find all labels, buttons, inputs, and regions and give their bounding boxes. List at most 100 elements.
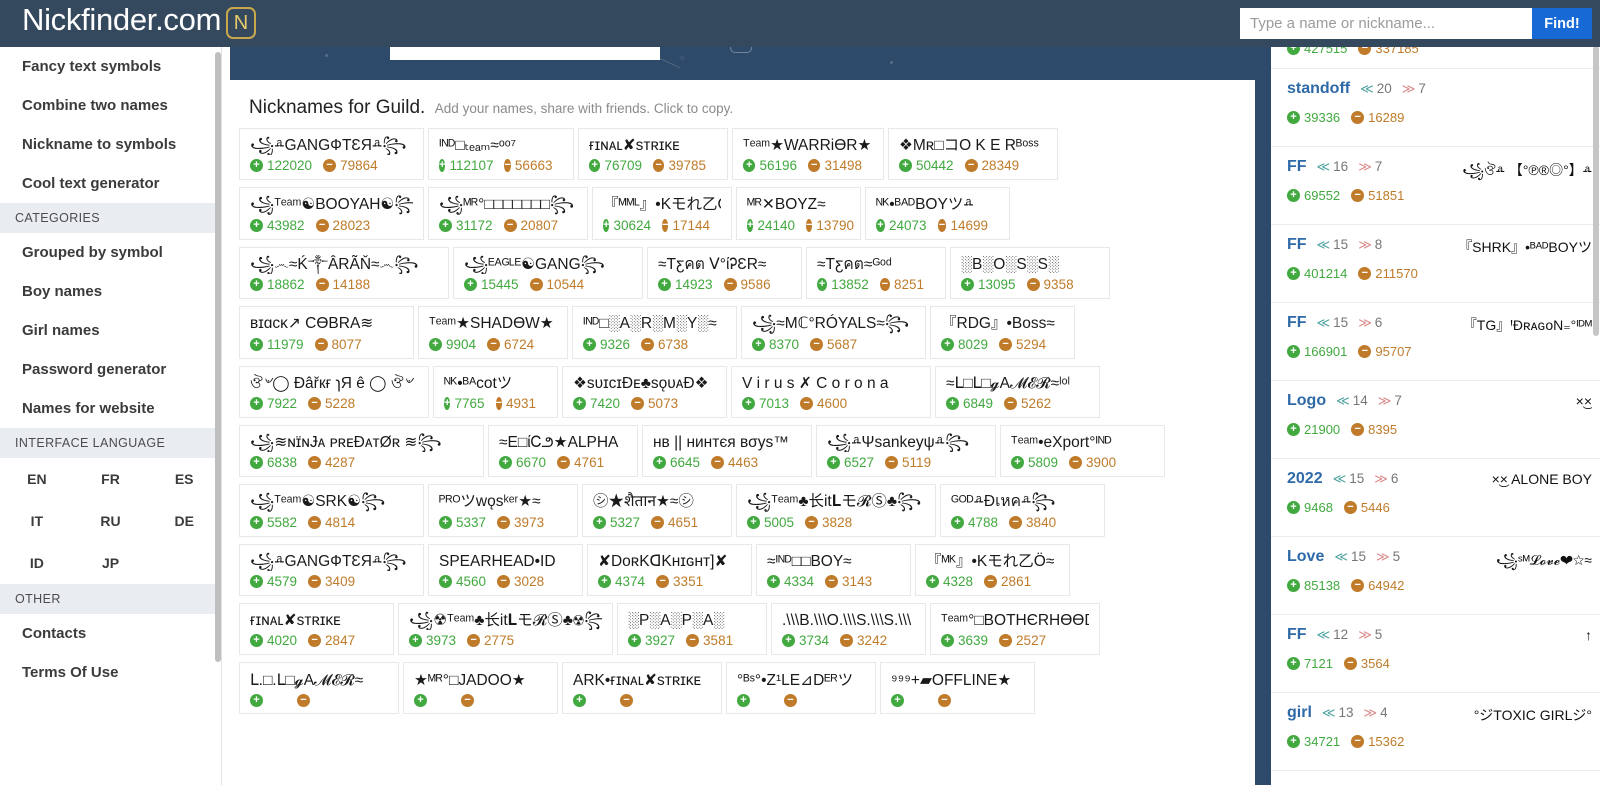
nickname-card[interactable]: ꧁-ͣ-GANGФTƐЯ-ͣ-꧂ + 122020 − 79864 (239, 128, 424, 181)
language-RU[interactable]: RU (74, 506, 148, 536)
downvote-icon[interactable]: − (656, 575, 670, 588)
downvote-icon[interactable]: − (800, 396, 814, 410)
nickname-text[interactable]: ꧁☢ᵀᵉᵃᵐ♣长it𝐋モ𝓡Ⓢ♣☢꧂ (409, 611, 602, 630)
nickname-text[interactable]: ঔ৺◯ Ðâřкғ ɿЯ ê ◯ ঔ৺ (250, 374, 418, 393)
downvote-icon[interactable]: − (1009, 515, 1023, 529)
upvote-icon[interactable]: + (961, 278, 974, 292)
upvote-icon[interactable]: + (250, 634, 263, 648)
upvote-icon[interactable]: + (941, 337, 954, 351)
language-IT[interactable]: IT (0, 506, 74, 536)
upvote-icon[interactable]: + (409, 634, 422, 648)
nickname-card[interactable]: ≈Tƹคต≈ᴳᵒᵈ + 13852 − 8251 (806, 246, 946, 300)
downvote-icon[interactable]: − (808, 159, 821, 173)
nickname-text[interactable]: ★ᴹᴿ°□JADOO★ (414, 671, 547, 690)
nickname-text[interactable]: ᵀᵉᵃᵐ°□BOTHЄRHӨӨDᒿ (941, 611, 1089, 630)
nickname-text[interactable]: ❖Mʀ□コO K E Rᴮᵒˢˢ (899, 136, 1047, 155)
nickname-text[interactable]: ꧁≈Mℂ°RÓYALS≈꧂ (752, 314, 915, 333)
downvote-icon[interactable]: − (662, 218, 669, 232)
nickname-text[interactable]: ꧁≋ɴɪ̈ɴɈᴀ ᴘʀᴇÐᴀᴛØʀ ≋꧂ (250, 433, 473, 452)
nickname-text[interactable]: SPEARHEAD•ID (439, 552, 572, 571)
nickname-text[interactable]: ✘DoʀKᗡKнɪɢʜᴛ]✘ (598, 552, 741, 571)
language-JP[interactable]: JP (74, 548, 148, 578)
nickname-text[interactable]: 『ᴹᴷ』•Kモれ乙Ö≈ (926, 552, 1059, 571)
search-item[interactable]: 2022 ≪ 15 ≫ 6 ×͜× ALONE BOY + 9468 − 544… (1271, 459, 1600, 537)
upvote-icon[interactable]: + (250, 218, 263, 232)
downvote-icon[interactable]: − (1351, 111, 1365, 124)
nickname-text[interactable]: ᵀᵉᵃᵐ•eXport°ᴵᴺᴰ (1011, 433, 1154, 452)
nickname-text[interactable]: ғɪɴᴀʟ✘sᴛʀɪᴋᴇ (589, 136, 717, 155)
upvote-icon[interactable]: + (499, 456, 512, 470)
nickname-card[interactable]: ᴵᴺᴰ□░A░R░M░Y░≈ + 9326 − 6738 (572, 306, 737, 359)
sidebar-other-1[interactable]: Terms Of Use (0, 653, 221, 692)
nickname-text[interactable]: ʙɪɑcκ↗ CӨBRA≋ (250, 314, 403, 333)
upvote-icon[interactable]: + (593, 515, 606, 529)
downvote-icon[interactable]: − (999, 337, 1013, 351)
nickname-card[interactable]: ᴵᴺᴰ□ₜₑₐₘ≈ᵒᵒ⁷ + 112107 − 56663 (428, 128, 574, 181)
nickname-card[interactable]: ғɪɴᴀʟ✘sᴛʀɪᴋᴇ + 4020 − 2847 (239, 603, 394, 656)
sidebar-scrollbar[interactable] (215, 52, 221, 662)
upvote-icon[interactable]: + (737, 693, 750, 707)
downvote-icon[interactable]: − (1026, 278, 1040, 292)
nickname-card[interactable]: SPEARHEAD•ID + 4560 − 3028 (428, 543, 583, 596)
upvote-icon[interactable]: + (439, 159, 446, 173)
upvote-icon[interactable]: + (1287, 345, 1300, 358)
downvote-icon[interactable]: − (1069, 456, 1083, 470)
nickname-card[interactable]: ꧁ᵀᵉᵃᵐ☯BOOYAH☯꧂ + 43982 − 28023 (239, 187, 424, 240)
upvote-icon[interactable]: + (1287, 423, 1300, 436)
nickname-card[interactable]: ꧁-ͣ-GANGФTƐЯ-ͣ-꧂ + 4579 − 3409 (239, 543, 424, 596)
upvote-icon[interactable]: + (742, 396, 755, 410)
downvote-icon[interactable]: − (651, 515, 665, 529)
nickname-text[interactable]: ░P░A░P░A░ (628, 611, 756, 630)
upvote-icon[interactable]: + (827, 456, 840, 470)
nickname-card[interactable]: ꧁෴≈Ḱ༒ÂRÃŇ≈෴꧂ + 18862 − 14188 (239, 246, 449, 300)
nickname-text[interactable]: ≈Tƹคต≈ᴳᵒᵈ (817, 255, 935, 274)
language-ES[interactable]: ES (147, 464, 221, 494)
nickname-card[interactable]: ᴹᴿ✕BOYZ≈ + 24140 − 13790 (736, 187, 861, 240)
search-item[interactable]: standoff ≪ 20 ≫ 7 + 39336 − 16289 (1271, 69, 1600, 147)
nickname-card[interactable]: ≈Ⅼ□Ⅼ□𝓰A𝓜𝓔𝓡≈ˡᵒˡ + 6849 − 5262 (935, 365, 1100, 418)
upvote-icon[interactable]: + (941, 634, 954, 648)
nickname-card[interactable]: ꧁ᵀᵉᵃᵐ☯SRK☯꧂ + 5582 − 4814 (239, 484, 424, 537)
nickname-card[interactable]: ꧁-ͣ-Ψsankeyψ-ͣ-꧂ + 6527 − 5119 (816, 424, 996, 478)
nickname-card[interactable]: ꧁☢ᵀᵉᵃᵐ♣长it𝐋モ𝓡Ⓢ♣☢꧂ + 3973 − 2775 (398, 603, 613, 656)
nickname-text[interactable]: Ⅼ.□.Ⅼ□𝓰A𝓜𝓔𝓡≈ (250, 671, 388, 690)
upvote-icon[interactable]: + (589, 159, 601, 173)
nickname-text[interactable]: ㋛★शैतान★≈㋛ (593, 492, 721, 511)
upvote-icon[interactable]: + (444, 396, 451, 410)
nickname-text[interactable]: .\\\B.\\\O.\\\S.\\\S.\\\ (782, 611, 915, 630)
nickname-card[interactable]: ✘DoʀKᗡKнɪɢʜᴛ]✘ + 4374 − 3351 (587, 543, 752, 596)
downvote-icon[interactable]: − (503, 218, 517, 232)
upvote-icon[interactable]: + (464, 278, 477, 292)
upvote-icon[interactable]: + (891, 693, 904, 707)
search-item[interactable]: FF ≪ 15 ≫ 6 『TG』ꞋÐʀᴀɢᴏN₌°ᴵᴰᴹ + 166901 − … (1271, 303, 1600, 381)
downvote-icon[interactable]: − (631, 396, 645, 410)
nickname-card[interactable]: ᴳᴼᴰ-ͣ-Ðเหค-ͣ-꧂ + 4788 − 3840 (940, 484, 1105, 537)
search-item[interactable]: FF ≪ 12 ≫ 5 ↑ + 7121 − 3564 (1271, 615, 1600, 693)
upvote-icon[interactable]: + (439, 515, 452, 529)
nickname-text[interactable]: ғɪɴᴀʟ✘sᴛʀɪᴋᴇ (250, 611, 383, 630)
search-term[interactable]: FF (1287, 314, 1307, 332)
nickname-text[interactable]: ᴺᴷ•ᴮᴬᴰBOYツ-ͣ- (876, 195, 999, 214)
downvote-icon[interactable]: − (467, 634, 481, 648)
language-DE[interactable]: DE (147, 506, 221, 536)
sidebar-category-4[interactable]: Names for website (0, 389, 221, 428)
sidebar-category-3[interactable]: Password generator (0, 350, 221, 389)
upvote-icon[interactable]: + (946, 396, 959, 410)
search-term[interactable]: standoff (1287, 80, 1350, 98)
upvote-icon[interactable]: + (1287, 657, 1300, 670)
search-item-nickname[interactable]: ×͜× (1576, 393, 1592, 409)
nickname-text[interactable]: ꧁ᵀᵉᵃᵐ☯SRK☯꧂ (250, 492, 413, 511)
downvote-icon[interactable]: − (885, 456, 899, 470)
sidebar-other-0[interactable]: Contacts (0, 614, 221, 653)
nickname-card[interactable]: .\\\B.\\\O.\\\S.\\\S.\\\ + 3734 − 3242 (771, 603, 926, 656)
nickname-card[interactable]: ꧁ᴹᴿ°□□□□□□□꧂ + 31172 − 20807 (428, 187, 588, 240)
upvote-icon[interactable]: + (250, 456, 263, 470)
downvote-icon[interactable]: − (879, 278, 890, 292)
upvote-icon[interactable]: + (899, 159, 912, 173)
downvote-icon[interactable]: − (315, 278, 329, 292)
search-item-nickname[interactable]: 『TG』ꞋÐʀᴀɢᴏN₌°ᴵᴰᴹ (1463, 315, 1592, 335)
upvote-icon[interactable]: + (743, 159, 756, 173)
downvote-icon[interactable]: − (529, 278, 543, 292)
search-term[interactable]: girl (1287, 704, 1312, 722)
language-FR[interactable]: FR (74, 464, 148, 494)
